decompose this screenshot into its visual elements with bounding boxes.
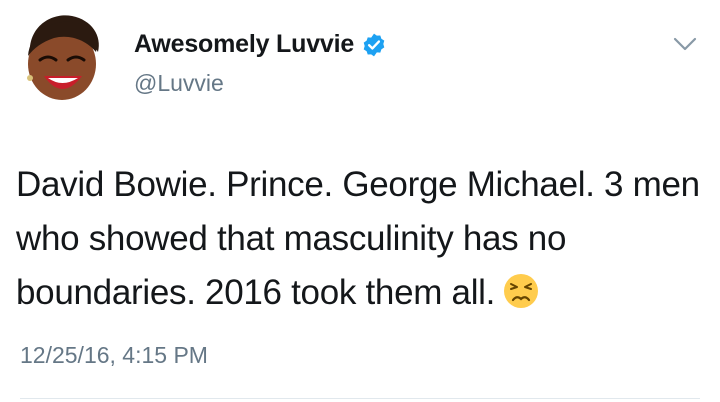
author-name-row: Awesomely Luvvie (134, 30, 387, 59)
tweet-card: Awesomely Luvvie @Luvvie David Bowie. Pr… (0, 0, 720, 402)
verified-badge-icon (363, 33, 385, 56)
timestamp[interactable]: 12/25/16, 4:15 PM (20, 342, 208, 369)
divider (20, 398, 700, 399)
persevering-face-emoji (504, 274, 539, 308)
avatar[interactable] (10, 8, 114, 112)
user-handle[interactable]: @Luvvie (134, 70, 224, 97)
display-name[interactable]: Awesomely Luvvie (134, 30, 354, 59)
tweet-body: David Bowie. Prince. George Michael. 3 m… (16, 165, 700, 312)
tweet-text: David Bowie. Prince. George Michael. 3 m… (16, 158, 706, 320)
chevron-down-icon[interactable] (672, 34, 698, 54)
